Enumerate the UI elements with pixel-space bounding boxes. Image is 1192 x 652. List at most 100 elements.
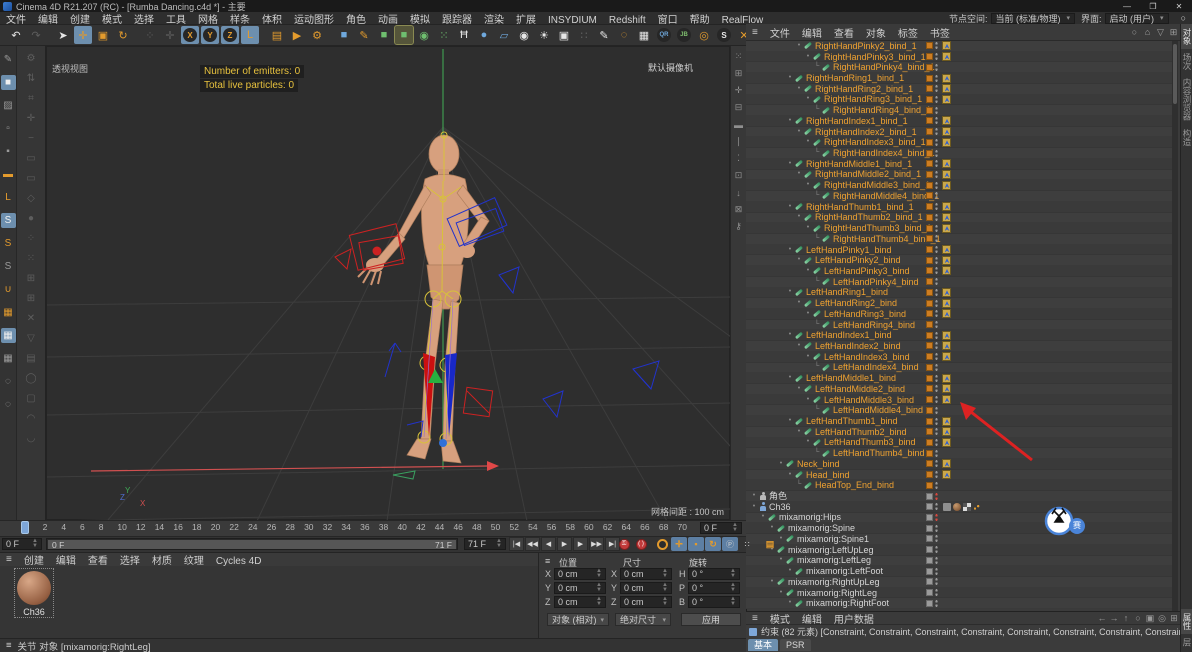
tree-row-RightHandPinky3_bind_1[interactable]: •RightHandPinky3_bind_1 xyxy=(746,52,1172,63)
om-filter[interactable]: ▽ xyxy=(1154,27,1167,38)
snap-guide-icon[interactable]: ▭ xyxy=(21,170,41,186)
tree-row-RightHandRing1_bind_1[interactable]: •RightHandRing1_bind_1 xyxy=(746,73,1172,84)
om-menu-item[interactable]: 标签 xyxy=(892,29,924,40)
object-tags[interactable] xyxy=(926,277,941,287)
side-tab-objects[interactable]: 对象 xyxy=(1181,24,1192,49)
am-tab-basic[interactable]: 基本 xyxy=(748,639,778,651)
tree-row-LeftHandIndex3_bind[interactable]: •LeftHandIndex3_bind xyxy=(746,352,1172,363)
make-editable-icon[interactable]: ✎ xyxy=(1,52,16,67)
quantize-rotate-icon[interactable]: ✕ xyxy=(21,310,41,326)
expand-icon[interactable]: • xyxy=(795,84,803,94)
record-rotation-toggle[interactable]: ↻ xyxy=(705,537,721,551)
lock-z-icon[interactable]: Z xyxy=(221,26,239,44)
om-add[interactable]: ⊞ xyxy=(1167,27,1180,38)
timeline-window-button[interactable]: ▤ xyxy=(762,537,778,551)
am-search[interactable]: ○ xyxy=(1132,613,1144,624)
expand-icon[interactable]: • xyxy=(795,41,803,51)
tree-row-RightHandRing4_bind_1[interactable]: └RightHandRing4_bind_1 xyxy=(746,105,1172,116)
record-scale-toggle[interactable]: ▪ xyxy=(688,537,704,551)
am-back[interactable]: ← xyxy=(1096,613,1108,624)
add-cube-icon[interactable]: ■ xyxy=(335,26,353,44)
sound-icon[interactable]: ∷ xyxy=(575,26,593,44)
volume-icon[interactable]: ● xyxy=(475,26,493,44)
object-tags[interactable] xyxy=(926,170,951,180)
pos-z-field[interactable]: 0 cm▲▼ xyxy=(554,596,606,608)
expand-icon[interactable]: • xyxy=(795,169,803,179)
record-parameter-toggle[interactable]: Ⓟ xyxy=(722,537,738,551)
key-delete-icon[interactable]: ⊠ xyxy=(732,203,745,216)
tree-row-角色[interactable]: •角色 xyxy=(746,491,1172,502)
menu-item[interactable]: 运动图形 xyxy=(288,15,340,26)
tree-row-mixamorig:LeftLeg[interactable]: •mixamorig:LeftLeg xyxy=(746,556,1172,567)
node-space-select[interactable]: 当前 (标准/物理)▾ xyxy=(991,13,1076,24)
tree-row-mixamorig:LeftUpLeg[interactable]: •mixamorig:LeftUpLeg xyxy=(746,545,1172,556)
object-tags[interactable] xyxy=(926,523,941,533)
snap-spline-icon[interactable]: − xyxy=(21,130,41,146)
tree-row-mixamorig:Spine[interactable]: •mixamorig:Spine xyxy=(746,523,1172,534)
object-tags[interactable] xyxy=(926,480,941,490)
subdivision-surface-icon[interactable]: ■ xyxy=(375,26,393,44)
qr-plugin-icon[interactable]: QR xyxy=(655,26,673,44)
expand-icon[interactable]: • xyxy=(786,287,794,297)
object-tags[interactable] xyxy=(926,534,941,544)
minimize-button[interactable]: — xyxy=(1114,2,1140,11)
tree-row-LeftHandPinky4_bind[interactable]: └LeftHandPinky4_bind xyxy=(746,277,1172,288)
tree-row-LeftHandIndex4_bind[interactable]: └LeftHandIndex4_bind xyxy=(746,363,1172,374)
expand-icon[interactable]: • xyxy=(804,395,812,405)
grid-quantize-icon[interactable]: ▦ xyxy=(1,305,16,320)
object-tags[interactable] xyxy=(926,395,951,405)
camera-icon[interactable]: ◉ xyxy=(515,26,533,44)
apply-button[interactable]: 应用 xyxy=(681,613,741,626)
object-tags[interactable] xyxy=(926,298,951,308)
coord-mode-select[interactable]: 对象 (相对)▾ xyxy=(547,613,609,626)
expand-icon[interactable]: • xyxy=(768,577,776,587)
size-y-field[interactable]: 0 cm▲▼ xyxy=(620,582,672,594)
tree-row-mixamorig:Hips[interactable]: •mixamorig:Hips xyxy=(746,513,1172,524)
tree-row-RightHandIndex1_bind_1[interactable]: •RightHandIndex1_bind_1 xyxy=(746,116,1172,127)
tree-row-RightHandThumb3_bind_1[interactable]: •RightHandThumb3_bind_1 xyxy=(746,223,1172,234)
timeline-playhead[interactable] xyxy=(21,521,29,534)
auto-switch-icon[interactable]: ▽ xyxy=(21,330,41,346)
rot-b-field[interactable]: 0 °▲▼ xyxy=(688,596,740,608)
om-menu-item[interactable]: 书签 xyxy=(924,29,956,40)
tree-row-LeftHandPinky3_bind[interactable]: •LeftHandPinky3_bind xyxy=(746,266,1172,277)
workplane-mode-icon[interactable]: L xyxy=(1,190,16,205)
object-tags[interactable] xyxy=(926,159,951,169)
object-tags[interactable] xyxy=(926,73,951,83)
tree-row-LeftHandThumb2_bind[interactable]: •LeftHandThumb2_bind xyxy=(746,427,1172,438)
object-tags[interactable] xyxy=(926,577,941,587)
tree-row-LeftHandIndex1_bind[interactable]: •LeftHandIndex1_bind xyxy=(746,330,1172,341)
object-tags[interactable] xyxy=(926,52,951,62)
quantize-move-icon[interactable]: ⊞ xyxy=(21,270,41,286)
tree-row-LeftHandMiddle4_bind[interactable]: └LeftHandMiddle4_bind xyxy=(746,405,1172,416)
expand-icon[interactable]: • xyxy=(804,223,812,233)
play[interactable]: ▶ xyxy=(557,537,572,551)
end-frame-field[interactable]: 71 F▲▼ xyxy=(464,538,506,550)
key-down-icon[interactable]: ↓ xyxy=(732,186,745,199)
expand-icon[interactable]: • xyxy=(750,491,758,501)
object-tags[interactable] xyxy=(926,470,951,480)
expand-icon[interactable]: • xyxy=(804,266,812,276)
ruler-end-field[interactable]: 0 F▲▼ xyxy=(700,522,742,534)
object-tags[interactable] xyxy=(926,62,941,72)
goto-start[interactable]: |◀ xyxy=(509,537,524,551)
tree-row-RightHandIndex2_bind_1[interactable]: •RightHandIndex2_bind_1 xyxy=(746,127,1172,138)
paint-icon[interactable]: ✎ xyxy=(595,26,613,44)
object-tags[interactable] xyxy=(926,234,941,244)
menu-item[interactable]: 跟踪器 xyxy=(436,15,478,26)
tree-row-Head_bind[interactable]: •Head_bind xyxy=(746,470,1172,481)
last-tool-icon[interactable]: ⁘ xyxy=(141,26,159,44)
side-tab-structure[interactable]: 构造 xyxy=(1181,125,1192,150)
menu-item[interactable]: 模拟 xyxy=(404,15,436,26)
object-tags[interactable] xyxy=(926,320,941,330)
lock-x-icon[interactable]: X xyxy=(181,26,199,44)
model-mode-icon[interactable]: ■ xyxy=(1,75,16,90)
object-tags[interactable] xyxy=(926,566,941,576)
redo-icon[interactable]: ↷ xyxy=(27,26,45,44)
menu-item[interactable]: 帮助 xyxy=(684,15,716,26)
tree-row-RightHandRing3_bind_1[interactable]: •RightHandRing3_bind_1 xyxy=(746,95,1172,106)
expand-icon[interactable]: • xyxy=(786,159,794,169)
keyframe-selection-button[interactable] xyxy=(654,537,670,551)
snap-polygon-icon[interactable]: ✛ xyxy=(21,110,41,126)
expand-icon[interactable]: • xyxy=(795,255,803,265)
